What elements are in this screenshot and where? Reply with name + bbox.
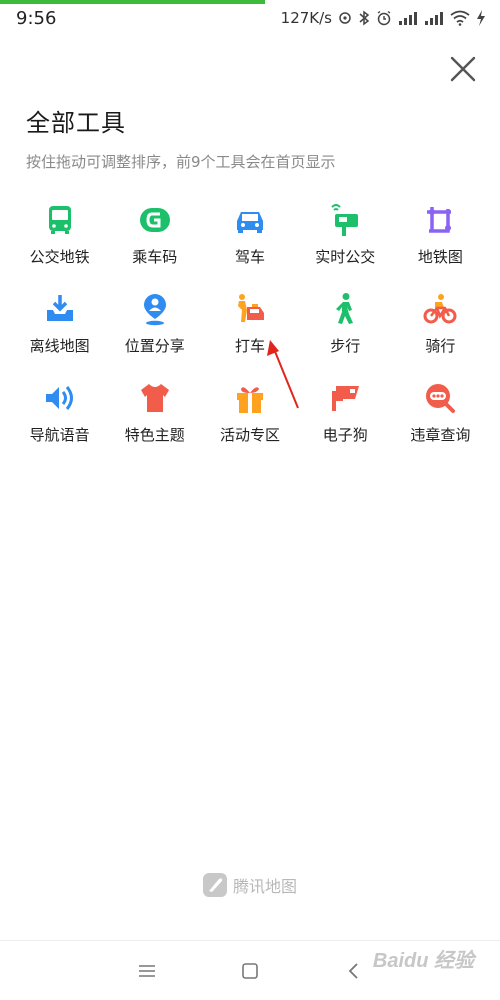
status-bar: 9:56 127K/s (0, 0, 500, 36)
back-icon (348, 963, 358, 979)
charging-icon (476, 10, 486, 26)
tool-label: 骑行 (425, 337, 456, 355)
menu-icon (139, 965, 155, 977)
tool-offline-map[interactable]: 离线地图 (12, 289, 107, 356)
watermark: Baidu 经验 (372, 950, 474, 972)
wifi-icon (450, 10, 470, 26)
page-title: 全部工具 (26, 109, 126, 137)
tool-label: 位置分享 (124, 337, 185, 355)
violation-icon (420, 378, 460, 418)
hotspot-icon (338, 11, 352, 25)
tool-taxi[interactable]: 打车 (202, 289, 297, 356)
tool-label: 特色主题 (124, 426, 185, 444)
status-time: 9:56 (16, 7, 57, 29)
tool-speed-camera[interactable]: 电子狗 (298, 378, 393, 445)
tools-grid: 公交地铁 乘车码 驾车 实时公交 地铁图 离线地图 位置分享 打车 步行 骑行 … (12, 200, 488, 445)
bluetooth-icon (358, 10, 370, 26)
tool-label: 打车 (234, 337, 265, 355)
tencent-map-logo-icon (202, 873, 227, 897)
close-button[interactable] (448, 54, 478, 84)
alarm-icon (376, 10, 392, 26)
tool-walk[interactable]: 步行 (298, 289, 393, 356)
ride-code-icon (135, 200, 175, 240)
tool-location-share[interactable]: 位置分享 (107, 289, 202, 356)
tool-subway-map[interactable]: 地铁图 (393, 200, 488, 267)
taxi-icon (230, 289, 270, 329)
realtime-bus-icon (325, 200, 365, 240)
brand-footer: 腾讯地图 (0, 873, 500, 897)
tool-ride-code[interactable]: 乘车码 (107, 200, 202, 267)
tool-bus-subway[interactable]: 公交地铁 (12, 200, 107, 267)
tool-label: 地铁图 (417, 248, 463, 266)
theme-icon (135, 378, 175, 418)
tool-events[interactable]: 活动专区 (202, 378, 297, 445)
bus-icon (40, 200, 80, 240)
camera-icon (325, 378, 365, 418)
location-share-icon (135, 289, 175, 329)
status-indicators: 127K/s (281, 9, 486, 27)
menu-button[interactable] (135, 959, 159, 983)
close-icon (450, 56, 476, 82)
tool-label: 驾车 (234, 248, 265, 266)
voice-icon (40, 378, 80, 418)
subway-map-icon (420, 200, 460, 240)
back-button[interactable] (342, 959, 366, 983)
tool-nav-voice[interactable]: 导航语音 (12, 378, 107, 445)
tool-drive[interactable]: 驾车 (202, 200, 297, 267)
home-square-icon (242, 963, 258, 979)
signal-2-icon (424, 11, 444, 25)
tool-label: 离线地图 (29, 337, 90, 355)
brand-name: 腾讯地图 (232, 877, 297, 896)
car-icon (230, 200, 270, 240)
tool-label: 步行 (330, 337, 361, 355)
page-subtitle: 按住拖动可调整排序，前9个工具会在首页显示 (26, 153, 336, 171)
gift-icon (230, 378, 270, 418)
annotation-arrow (267, 340, 299, 409)
tool-label: 电子狗 (322, 426, 368, 444)
tool-bike[interactable]: 骑行 (393, 289, 488, 356)
tool-label: 活动专区 (219, 426, 280, 444)
network-speed: 127K/s (280, 9, 332, 27)
tool-violation-query[interactable]: 违章查询 (393, 378, 488, 445)
tool-realtime-bus[interactable]: 实时公交 (298, 200, 393, 267)
offline-map-icon (40, 289, 80, 329)
walk-icon (325, 289, 365, 329)
signal-1-icon (398, 11, 418, 25)
tool-label: 实时公交 (315, 248, 376, 266)
home-button[interactable] (238, 959, 262, 983)
tool-label: 违章查询 (410, 426, 471, 444)
tool-theme[interactable]: 特色主题 (107, 378, 202, 445)
bike-icon (420, 289, 460, 329)
tool-label: 公交地铁 (29, 248, 90, 266)
tool-label: 乘车码 (132, 248, 178, 266)
tool-label: 导航语音 (29, 426, 90, 444)
screen: 9:56 127K/s 全部工具 按住拖动可调整排序，前9个工具会在首页显示 公… (0, 0, 500, 1000)
